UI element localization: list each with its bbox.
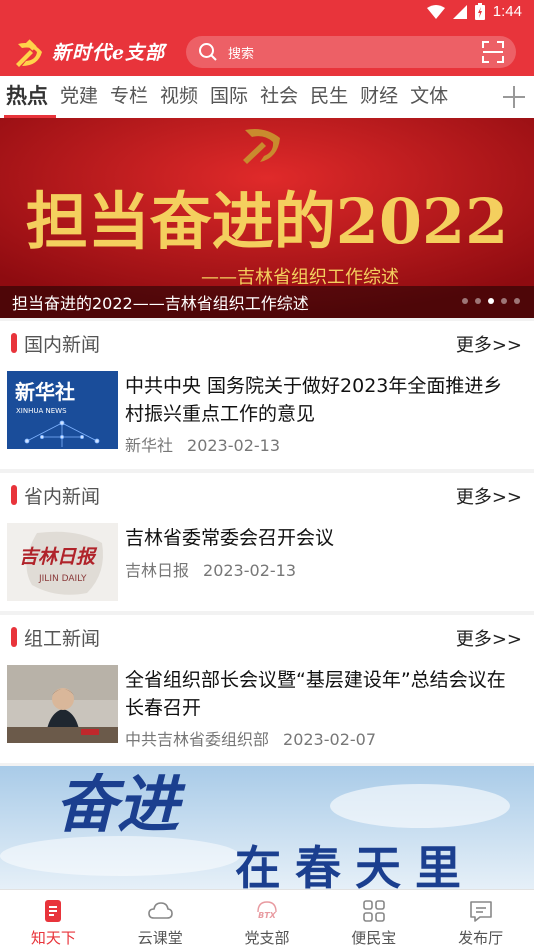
news-title[interactable]: 中共中央 国务院关于做好2023年全面推进乡村振兴重点工作的意见	[125, 372, 520, 428]
search-placeholder: 搜索	[228, 47, 255, 62]
wifi-icon	[426, 4, 445, 19]
section-marker	[11, 485, 17, 505]
nav-release-hall[interactable]: 发布厅	[427, 890, 534, 950]
message-icon	[469, 901, 492, 922]
section-title: 组工新闻	[24, 628, 101, 650]
section-header: 省内新闻 更多>>	[0, 473, 534, 517]
section-marker	[11, 627, 17, 647]
section-title: 省内新闻	[24, 486, 101, 508]
carousel-dots	[462, 298, 520, 304]
promo-image: 奋进 在春天里	[0, 766, 534, 890]
news-source: 新华社	[125, 436, 174, 455]
tab-column[interactable]: 专栏	[104, 76, 154, 118]
news-meta: 中共吉林省委组织部 2023-02-07	[125, 726, 376, 750]
status-time: 1:44	[492, 3, 522, 20]
tab-video[interactable]: 视频	[154, 76, 204, 118]
section-domestic-news: 国内新闻 更多>> 新华社 XINHUA NEWS 中共中央 国务院关于做好20…	[0, 321, 534, 469]
party-emblem-logo	[16, 39, 42, 67]
tab-international[interactable]: 国际	[204, 76, 254, 118]
status-bar: 1:44	[0, 0, 534, 28]
nav-cloud-class[interactable]: 云课堂	[107, 890, 214, 950]
carousel-dot[interactable]	[462, 298, 468, 304]
news-meta: 吉林日报 2023-02-13	[125, 557, 296, 581]
more-link[interactable]: 更多>>	[456, 331, 522, 357]
btx-icon: BTX	[257, 901, 277, 920]
section-organization-news: 组工新闻 更多>> 全省组织部长会议暨“基层建设年”总结会议在长春召开 中共吉林…	[0, 615, 534, 763]
thumb-logo-subtext: JILIN DAILY	[38, 574, 87, 584]
carousel-dot[interactable]	[501, 298, 507, 304]
section-marker	[11, 333, 17, 353]
nav-news[interactable]: 知天下	[0, 890, 107, 950]
promo-line2: 在春天里	[235, 841, 475, 890]
app-title: 新时代e支部	[52, 42, 166, 64]
plus-icon	[503, 86, 525, 108]
news-title[interactable]: 全省组织部长会议暨“基层建设年”总结会议在长春召开	[125, 666, 520, 722]
section-header: 组工新闻 更多>>	[0, 615, 534, 659]
headline-carousel[interactable]: 担当奋进的2022 ——吉林省组织工作综述 担当奋进的2022——吉林省组织工作…	[0, 118, 534, 318]
banner-caption-bar: 担当奋进的2022——吉林省组织工作综述	[0, 286, 534, 318]
tab-culture-sports[interactable]: 文体	[404, 76, 454, 118]
carousel-dot[interactable]	[475, 298, 481, 304]
banner-caption: 担当奋进的2022——吉林省组织工作综述	[12, 294, 309, 313]
search-icon	[199, 43, 217, 61]
section-header: 国内新闻 更多>>	[0, 321, 534, 365]
news-thumbnail: 新华社 XINHUA NEWS	[7, 371, 118, 449]
battery-icon	[474, 3, 485, 20]
carousel-dot[interactable]	[514, 298, 520, 304]
news-meta: 新华社 2023-02-13	[125, 432, 280, 456]
news-date: 2023-02-13	[203, 561, 296, 580]
tab-hot[interactable]: 热点	[0, 76, 54, 118]
search-bar[interactable]: 搜索	[186, 36, 516, 68]
news-thumbnail: 吉林日报 JILIN DAILY	[7, 523, 118, 601]
news-date: 2023-02-07	[283, 730, 376, 749]
news-title[interactable]: 吉林省委常委会召开会议	[125, 524, 520, 552]
promo-line1: 奋进	[55, 768, 186, 841]
banner-subline: ——吉林省组织工作综述	[201, 267, 399, 288]
news-source: 吉林日报	[125, 561, 190, 580]
signal-icon	[452, 4, 467, 19]
section-provincial-news: 省内新闻 更多>> 吉林日报 JILIN DAILY 吉林省委常委会召开会议 吉…	[0, 473, 534, 611]
grid-icon	[362, 900, 385, 922]
category-tab-bar: 热点 党建 专栏 视频 国际 社会 民生 财经 文体	[0, 76, 534, 118]
category-tabs: 热点 党建 专栏 视频 国际 社会 民生 财经 文体	[0, 76, 454, 118]
thumb-logo-subtext: XINHUA NEWS	[16, 407, 67, 415]
status-icons: 1:44	[426, 3, 522, 20]
cloud-icon	[148, 902, 173, 919]
more-link[interactable]: 更多>>	[456, 483, 522, 509]
tab-party-building[interactable]: 党建	[54, 76, 104, 118]
carousel-dot-active[interactable]	[488, 298, 494, 304]
news-icon	[45, 900, 62, 922]
scan-icon[interactable]	[482, 41, 504, 63]
thumb-logo-text: 新华社	[15, 380, 75, 404]
news-date: 2023-02-13	[187, 436, 280, 455]
news-source: 中共吉林省委组织部	[125, 730, 270, 749]
tab-society[interactable]: 社会	[254, 76, 304, 118]
add-channel-button[interactable]	[494, 76, 534, 118]
tab-livelihood[interactable]: 民生	[304, 76, 354, 118]
more-link[interactable]: 更多>>	[456, 625, 522, 651]
nav-convenience[interactable]: 便民宝	[320, 890, 427, 950]
btx-badge-text: BTX	[258, 911, 277, 920]
promo-banner[interactable]: 奋进 在春天里	[0, 766, 534, 890]
thumb-logo-text: 吉林日报	[19, 546, 98, 568]
tab-finance[interactable]: 财经	[354, 76, 404, 118]
nav-label: 云课堂	[137, 929, 183, 947]
app-header: 新时代e支部 搜索	[0, 28, 534, 76]
nav-label: 知天下	[30, 929, 76, 947]
banner-headline: 担当奋进的2022	[26, 185, 509, 258]
nav-party-branch[interactable]: BTX 党支部	[214, 890, 321, 950]
nav-label: 党支部	[244, 929, 290, 947]
nav-label: 便民宝	[351, 929, 397, 947]
news-thumbnail	[7, 665, 118, 743]
nav-label: 发布厅	[458, 929, 504, 947]
bottom-nav: 知天下 云课堂 BTX 党支部 便民宝 发布厅	[0, 889, 534, 950]
section-title: 国内新闻	[24, 334, 101, 356]
